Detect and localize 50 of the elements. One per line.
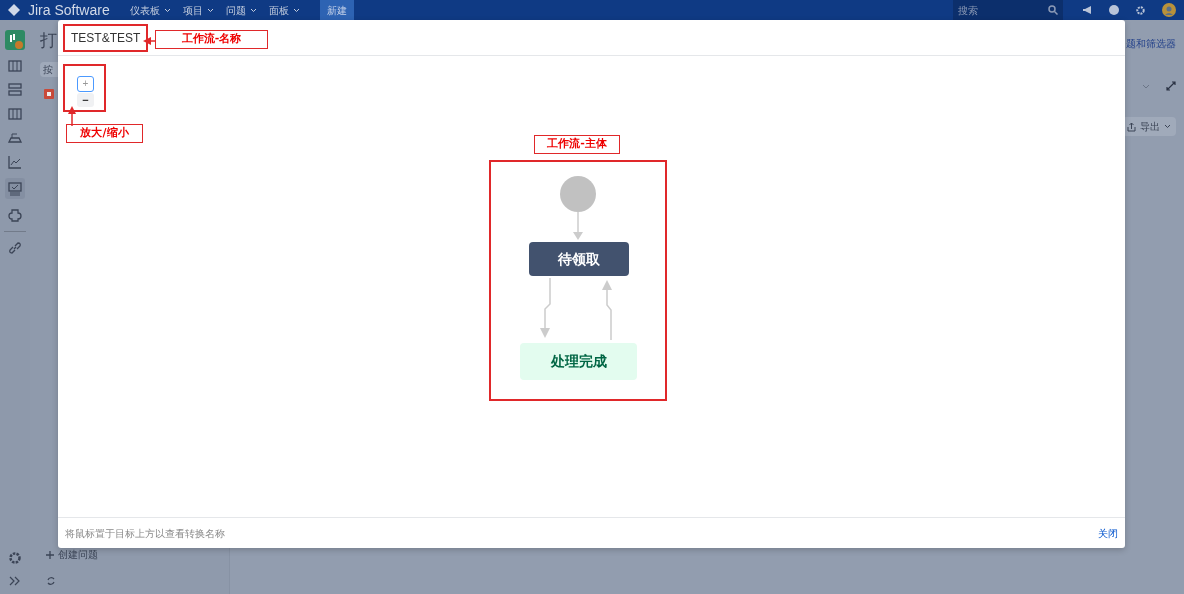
create-issue-button[interactable]: 创建问题 bbox=[46, 547, 229, 562]
settings-icon[interactable] bbox=[7, 550, 23, 566]
double-chevron-icon[interactable] bbox=[8, 576, 22, 586]
nav-menu[interactable]: 仪表板 bbox=[125, 2, 175, 18]
annotation-label: 放大/缩小 bbox=[66, 124, 143, 143]
dialog-title: TEST&TEST bbox=[71, 30, 141, 45]
puzzle-icon[interactable] bbox=[7, 207, 23, 224]
board-icon[interactable] bbox=[7, 58, 23, 74]
plus-icon bbox=[46, 550, 54, 559]
share-icon bbox=[1127, 121, 1136, 132]
annotation-arrow bbox=[68, 106, 76, 126]
link-icon[interactable] bbox=[7, 240, 23, 257]
nav-menu[interactable]: 问题 bbox=[221, 2, 261, 18]
annotation-frame bbox=[63, 64, 106, 112]
project-logo-icon[interactable] bbox=[5, 30, 25, 50]
status-square-icon bbox=[44, 88, 54, 99]
caret-icon bbox=[163, 7, 171, 13]
backlog-icon[interactable] bbox=[7, 82, 23, 98]
search-field[interactable]: 搜索 bbox=[953, 0, 1063, 20]
caret-icon bbox=[292, 7, 300, 13]
transition-arrow bbox=[540, 277, 551, 338]
zoom-out-button[interactable]: − bbox=[77, 93, 94, 107]
create-button[interactable]: 新建 bbox=[319, 0, 354, 20]
caret-icon bbox=[1164, 124, 1171, 129]
diamond-logo-icon bbox=[8, 4, 20, 16]
monitor-icon[interactable] bbox=[7, 181, 23, 198]
caret-icon bbox=[249, 7, 257, 13]
export-button[interactable]: 导出 bbox=[1122, 117, 1176, 136]
avatar-icon[interactable] bbox=[1162, 3, 1176, 17]
transition-arrow bbox=[573, 211, 583, 240]
status-node: 待领取 bbox=[529, 242, 629, 276]
annotation-label: 工作流-名称 bbox=[155, 30, 268, 49]
close-link[interactable]: 关闭 bbox=[1098, 525, 1118, 541]
product-logo[interactable]: Jira Software bbox=[28, 0, 110, 21]
annotation-label: 工作流-主体 bbox=[534, 135, 620, 154]
status-node: 处理完成 bbox=[520, 343, 637, 380]
megaphone-icon[interactable] bbox=[1082, 5, 1093, 15]
filters-link[interactable]: 题和筛选器 bbox=[1126, 36, 1176, 51]
expand-icon[interactable] bbox=[1166, 81, 1176, 91]
chart-icon[interactable] bbox=[7, 154, 23, 170]
settings-icon[interactable] bbox=[1135, 4, 1146, 16]
nav-menu[interactable]: 面板 bbox=[264, 2, 304, 18]
columns-icon[interactable] bbox=[7, 106, 23, 122]
start-node bbox=[560, 176, 596, 212]
refresh-icon[interactable] bbox=[46, 576, 56, 586]
caret-icon bbox=[206, 7, 214, 13]
nav-menu[interactable]: 项目 bbox=[178, 2, 218, 18]
page-title: 打 bbox=[40, 30, 57, 52]
hint-text: 将鼠标置于目标上方以查看转换名称 bbox=[65, 526, 225, 541]
transition-arrow bbox=[602, 280, 612, 341]
